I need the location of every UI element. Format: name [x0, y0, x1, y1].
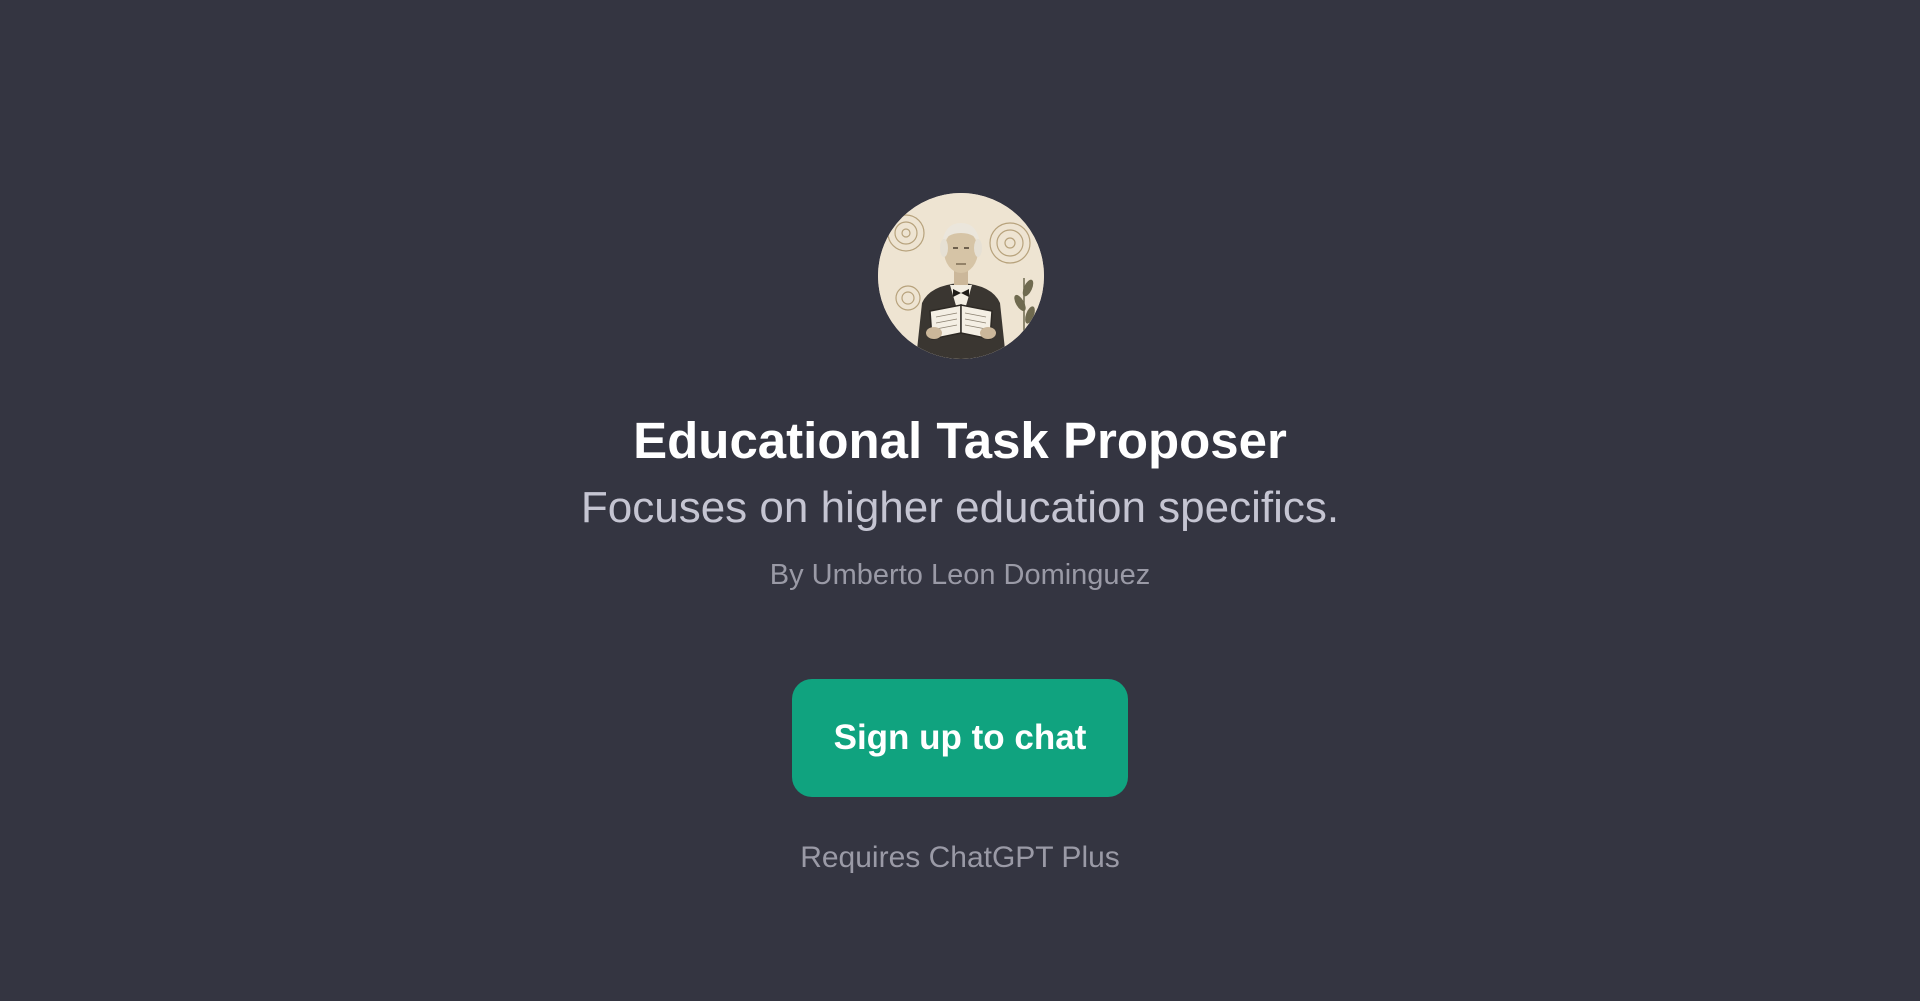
professor-portrait-icon [878, 193, 1044, 359]
gpt-landing-page: Educational Task Proposer Focuses on hig… [0, 0, 1920, 1001]
gpt-title: Educational Task Proposer [633, 412, 1287, 469]
gpt-author: By Umberto Leon Dominguez [769, 559, 1151, 591]
gpt-avatar [878, 193, 1044, 359]
gpt-description: Focuses on higher education specifics. [580, 483, 1340, 532]
plan-requirement-note: Requires ChatGPT Plus [800, 841, 1120, 874]
sign-up-button[interactable]: Sign up to chat [792, 679, 1128, 797]
